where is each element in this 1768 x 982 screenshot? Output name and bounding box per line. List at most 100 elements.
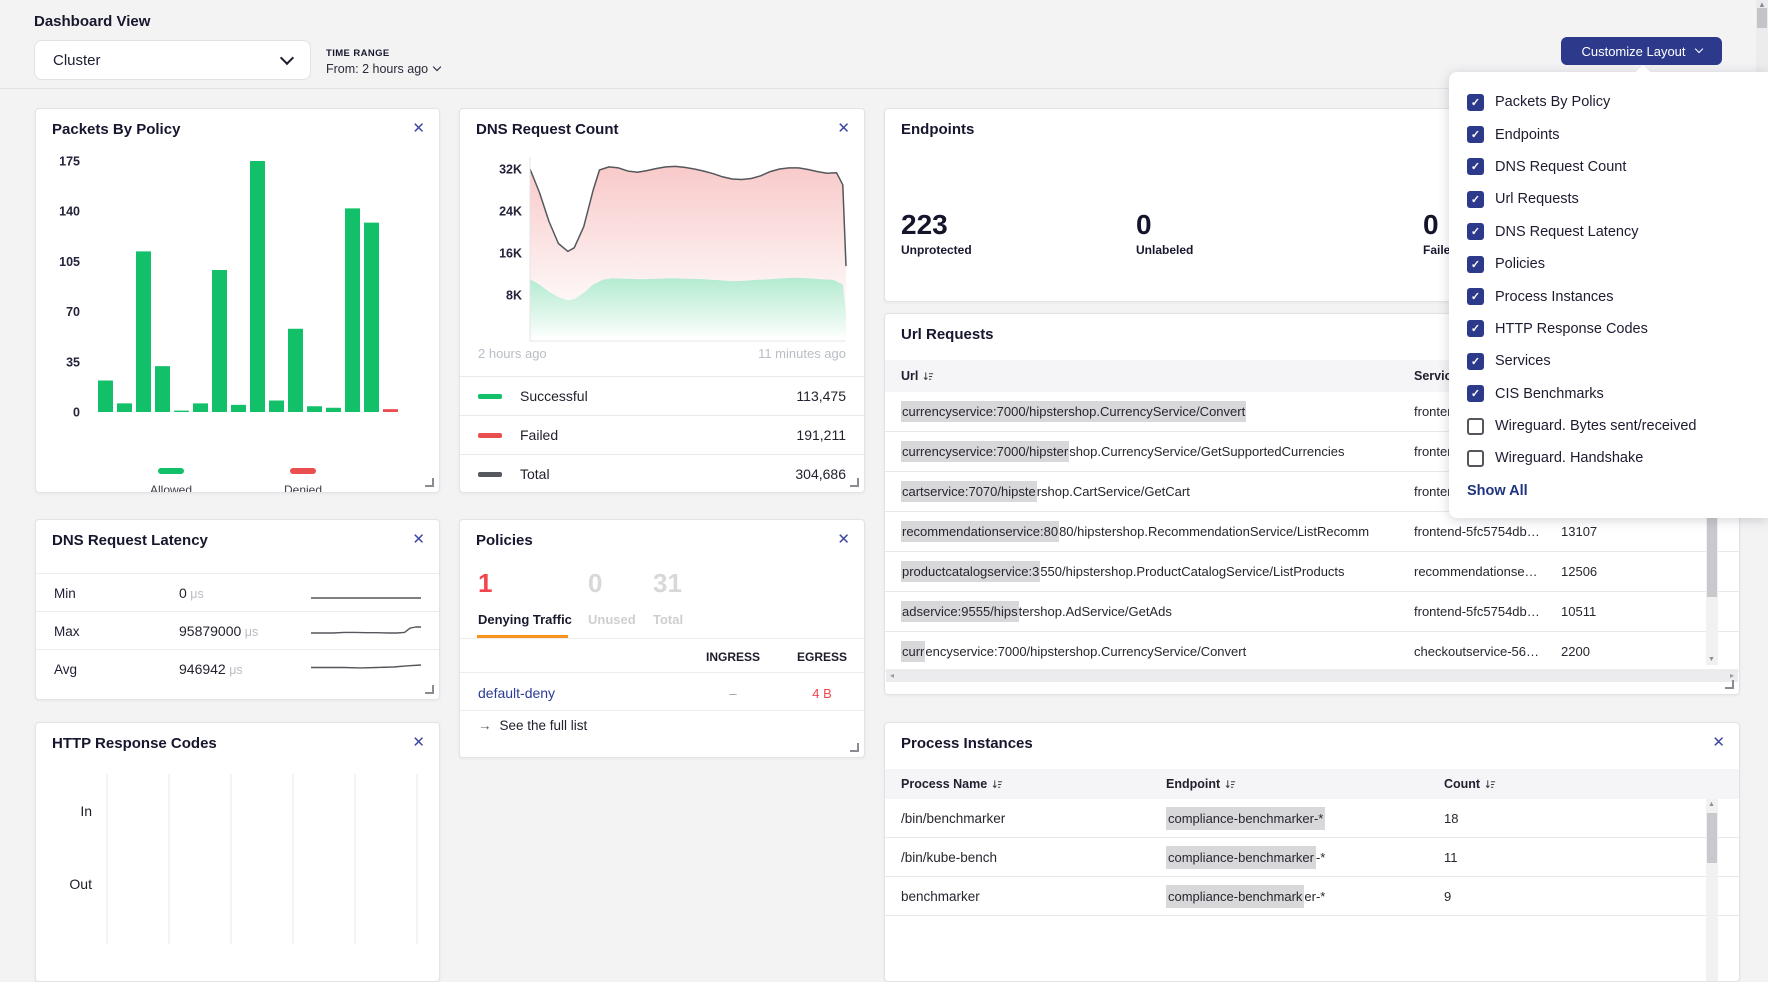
column-ingress: INGRESS xyxy=(693,650,773,664)
menu-item-process-instances[interactable]: ✓Process Instances xyxy=(1449,280,1768,312)
policy-link-default-deny[interactable]: default-deny xyxy=(478,685,555,701)
checkbox-checked-icon[interactable]: ✓ xyxy=(1467,126,1484,143)
menu-item-wireguard-bytes-sent-received[interactable]: Wireguard. Bytes sent/received xyxy=(1449,410,1768,442)
menu-item-url-requests[interactable]: ✓ Url Requests xyxy=(1449,183,1768,215)
menu-item-policies[interactable]: ✓Policies xyxy=(1449,248,1768,280)
card-title: Packets By Policy xyxy=(52,121,180,138)
endpoint-cell: compliance-benchmarker-* xyxy=(1166,838,1426,876)
time-range-value[interactable]: From: 2 hours ago xyxy=(326,62,440,76)
checkbox-checked-icon[interactable]: ✓ xyxy=(1467,385,1484,402)
tab-unused[interactable]: Unused xyxy=(588,612,636,627)
card-title: DNS Request Count xyxy=(476,121,619,138)
menu-item-label: Url Requests xyxy=(1495,191,1579,207)
menu-item-services[interactable]: ✓Services xyxy=(1449,345,1768,377)
column-header-count[interactable]: Count xyxy=(1444,777,1496,791)
policy-ingress-value: – xyxy=(693,686,773,701)
column-label: Endpoint xyxy=(1166,777,1220,791)
process-row[interactable]: /bin/kube-benchcompliance-benchmarker-*1… xyxy=(885,838,1740,877)
column-header-endpoint[interactable]: Endpoint xyxy=(1166,777,1236,791)
menu-item-dns-request-count[interactable]: ✓DNS Request Count xyxy=(1449,151,1768,183)
process-name-cell: /bin/kube-bench xyxy=(901,838,1151,876)
close-icon[interactable]: ✕ xyxy=(837,119,850,137)
card-title: HTTP Response Codes xyxy=(52,735,217,752)
close-icon[interactable]: ✕ xyxy=(837,530,850,548)
menu-item-label: Packets By Policy xyxy=(1495,94,1610,110)
scroll-left-icon[interactable]: ◂ xyxy=(890,671,894,680)
card-packets-by-policy: Packets By Policy ✕ 17514010570350 Allow… xyxy=(35,108,440,493)
resize-handle[interactable] xyxy=(425,685,434,694)
see-full-list-link[interactable]: →See the full list xyxy=(478,718,587,733)
svg-text:140: 140 xyxy=(59,205,80,219)
checkbox-unchecked-icon[interactable] xyxy=(1467,450,1484,467)
checkbox-checked-icon[interactable]: ✓ xyxy=(1467,288,1484,305)
legend-item-denied: Denied xyxy=(258,461,348,493)
checkbox-checked-icon[interactable]: ✓ xyxy=(1467,158,1484,175)
show-all-link[interactable]: Show All xyxy=(1449,475,1768,507)
total-swatch xyxy=(478,472,502,477)
menu-item-label: DNS Request Latency xyxy=(1495,224,1638,240)
row-label-out: Out xyxy=(36,876,92,892)
close-icon[interactable]: ✕ xyxy=(412,733,425,751)
checkbox-checked-icon[interactable]: ✓ xyxy=(1467,191,1484,208)
latency-sparkline xyxy=(311,661,421,677)
resize-handle[interactable] xyxy=(850,743,859,752)
resize-handle[interactable] xyxy=(1725,680,1734,689)
scroll-right-icon[interactable]: ▸ xyxy=(1730,671,1734,680)
url-request-row[interactable]: adservice:9555/hipstershop.AdService/Get… xyxy=(885,592,1740,632)
page-scrollbar[interactable]: ▲ xyxy=(1756,0,1768,72)
customize-layout-button[interactable]: Customize Layout xyxy=(1561,37,1722,65)
menu-item-dns-request-latency[interactable]: ✓ DNS Request Latency xyxy=(1449,216,1768,248)
tab-denying-traffic[interactable]: Denying Traffic xyxy=(478,612,572,627)
count-cell: 18 xyxy=(1444,799,1524,837)
resize-handle[interactable] xyxy=(850,478,859,487)
stat-unprotected: 223 Unprotected xyxy=(901,209,972,257)
tab-total[interactable]: Total xyxy=(653,612,683,627)
menu-item-packets-by-policy[interactable]: ✓ Packets By Policy xyxy=(1449,86,1768,118)
process-row[interactable]: /bin/benchmarkercompliance-benchmarker-*… xyxy=(885,799,1740,838)
divider xyxy=(460,710,864,711)
url-horizontal-scrollbar[interactable]: ◂ ▸ xyxy=(886,669,1738,682)
column-label: Count xyxy=(1444,777,1480,791)
customize-layout-menu: ✓Packets By Policy✓Endpoints✓DNS Request… xyxy=(1449,72,1768,518)
url-cell: currencyservice:7000/hipstershop.Currenc… xyxy=(901,432,1396,471)
checkbox-checked-icon[interactable]: ✓ xyxy=(1467,94,1484,111)
checkbox-unchecked-icon[interactable] xyxy=(1467,418,1484,435)
page-scrollbar-thumb[interactable] xyxy=(1757,8,1767,28)
close-icon[interactable]: ✕ xyxy=(1712,733,1725,751)
menu-item-http-response-codes[interactable]: ✓HTTP Response Codes xyxy=(1449,313,1768,345)
svg-text:8K: 8K xyxy=(506,289,522,303)
count-cell: 9 xyxy=(1444,877,1524,915)
process-row[interactable]: benchmarkercompliance-benchmarker-*9 xyxy=(885,877,1740,916)
scroll-up-icon[interactable]: ▲ xyxy=(1708,801,1715,808)
url-request-row[interactable]: recommendationservice:8080/hipstershop.R… xyxy=(885,512,1740,552)
column-egress: EGRESS xyxy=(782,650,862,664)
url-request-row[interactable]: productcatalogservice:3550/hipstershop.P… xyxy=(885,552,1740,592)
column-label: Process Name xyxy=(901,777,987,791)
close-icon[interactable]: ✕ xyxy=(412,530,425,548)
resize-handle[interactable] xyxy=(425,478,434,487)
menu-item-cis-benchmarks[interactable]: ✓CIS Benchmarks xyxy=(1449,378,1768,410)
tab-denying-traffic-count: 1 xyxy=(478,568,492,599)
column-header-url[interactable]: Url xyxy=(901,369,934,383)
checkbox-checked-icon[interactable]: ✓ xyxy=(1467,320,1484,337)
menu-item-endpoints[interactable]: ✓Endpoints xyxy=(1449,118,1768,150)
scroll-down-icon[interactable]: ▼ xyxy=(1708,656,1715,663)
highlighted-text: productcatalogservice:3 xyxy=(901,561,1040,582)
menu-item-label: Wireguard. Bytes sent/received xyxy=(1495,418,1696,434)
svg-text:175: 175 xyxy=(59,155,80,169)
checkbox-checked-icon[interactable]: ✓ xyxy=(1467,256,1484,273)
menu-item-wireguard-handshake[interactable]: Wireguard. Handshake xyxy=(1449,442,1768,474)
latency-unit: μs xyxy=(226,663,243,677)
close-icon[interactable]: ✕ xyxy=(412,119,425,137)
latency-metric-label: Max xyxy=(54,624,80,639)
view-select[interactable]: Cluster xyxy=(34,40,311,80)
checkbox-checked-icon[interactable]: ✓ xyxy=(1467,353,1484,370)
legend-value: 304,686 xyxy=(795,466,846,482)
svg-text:70: 70 xyxy=(66,305,80,319)
checkbox-checked-icon[interactable]: ✓ xyxy=(1467,223,1484,240)
url-request-row[interactable]: currencyservice:7000/hipstershop.Currenc… xyxy=(885,632,1740,672)
dns-legend-row-failed: Failed191,211 xyxy=(460,415,864,454)
process-vertical-scrollbar[interactable]: ▲ xyxy=(1706,799,1718,982)
column-header-process-name[interactable]: Process Name xyxy=(901,777,1003,791)
legend-label: Total xyxy=(520,466,550,482)
